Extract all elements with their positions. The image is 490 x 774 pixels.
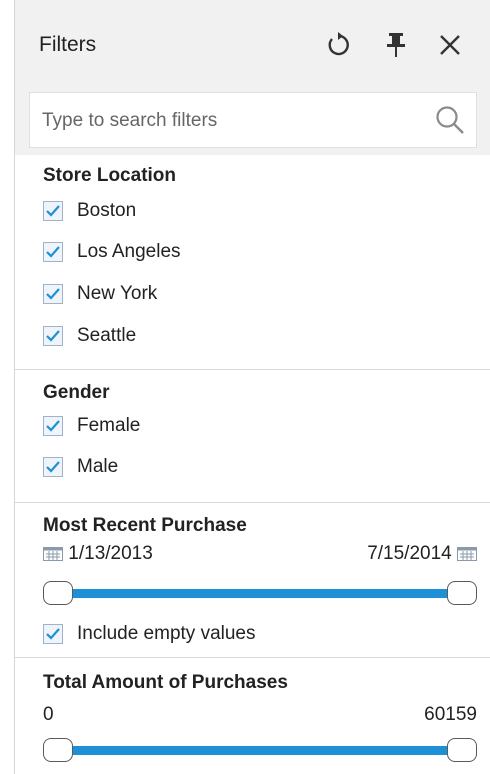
amount-range-labels: 0 60159 (43, 704, 477, 728)
checkbox-seattle[interactable]: Seattle (43, 321, 136, 351)
check-icon (46, 420, 60, 432)
gender-section: Gender Female Male (15, 370, 490, 510)
checkbox-label: Include empty values (77, 623, 256, 644)
total-amount-title: Total Amount of Purchases (43, 672, 288, 693)
end-date-group: 7/15/2014 (367, 543, 477, 565)
checkbox-label: Male (77, 456, 119, 477)
close-icon (440, 35, 460, 55)
calendar-icon[interactable] (43, 546, 63, 561)
most-recent-purchase-title: Most Recent Purchase (43, 515, 247, 536)
most-recent-purchase-section: Most Recent Purchase 1/13/2013 7/15/2014 (15, 503, 490, 648)
search-icon[interactable] (434, 104, 466, 136)
start-date[interactable]: 1/13/2013 (68, 543, 153, 564)
checkbox-label: Los Angeles (77, 241, 181, 262)
checkbox[interactable] (43, 242, 63, 262)
reset-button[interactable] (321, 28, 355, 62)
checkbox[interactable] (43, 624, 63, 644)
checkbox[interactable] (43, 201, 63, 221)
check-icon (46, 461, 60, 473)
checkbox-label: New York (77, 283, 158, 304)
check-icon (46, 628, 60, 640)
checkbox[interactable] (43, 457, 63, 477)
search-box (29, 92, 477, 149)
checkbox[interactable] (43, 326, 63, 346)
checkbox[interactable] (43, 284, 63, 304)
pin-button[interactable] (379, 28, 413, 62)
calendar-icon[interactable] (457, 546, 477, 561)
checkbox-label: Seattle (77, 325, 137, 346)
amount-min: 0 (43, 704, 54, 725)
total-amount-section: Total Amount of Purchases 0 60159 (15, 658, 490, 774)
checkbox-female[interactable]: Female (43, 411, 140, 441)
checkbox-male[interactable]: Male (43, 452, 118, 482)
checkbox-label: Female (77, 415, 141, 436)
panel-header: Filters (15, 0, 490, 88)
checkbox-include-empty[interactable]: Include empty values (43, 619, 256, 649)
checkbox-label: Boston (77, 200, 137, 221)
filter-sections: Store Location Boston Los Angeles New Yo… (15, 155, 490, 774)
store-location-title: Store Location (43, 165, 177, 186)
checkbox[interactable] (43, 416, 63, 436)
slider-handle-start[interactable] (43, 738, 73, 762)
check-icon (46, 288, 60, 300)
gender-title: Gender (43, 382, 110, 403)
start-date-group: 1/13/2013 (43, 543, 153, 565)
slider-track[interactable] (57, 589, 463, 598)
end-date[interactable]: 7/15/2014 (367, 543, 452, 564)
slider-handle-end[interactable] (447, 738, 477, 762)
pin-icon (387, 33, 405, 57)
slider-handle-start[interactable] (43, 581, 73, 605)
check-icon (46, 330, 60, 342)
store-location-section: Store Location Boston Los Angeles New Yo… (15, 155, 490, 369)
slider-handle-end[interactable] (447, 581, 477, 605)
search-input[interactable] (40, 93, 424, 149)
panel-title: Filters (39, 33, 97, 56)
reset-icon (328, 32, 349, 56)
filters-panel: Filters Type to search filters Store Loc… (14, 0, 490, 774)
amount-range-slider[interactable] (43, 738, 477, 764)
amount-max: 60159 (424, 704, 477, 725)
checkbox-new-york[interactable]: New York (43, 279, 157, 309)
check-icon (46, 205, 60, 217)
close-button[interactable] (433, 28, 467, 62)
date-range-slider[interactable] (43, 581, 477, 607)
check-icon (46, 246, 60, 258)
checkbox-boston[interactable]: Boston (43, 196, 136, 226)
slider-track[interactable] (57, 746, 463, 755)
checkbox-los-angeles[interactable]: Los Angeles (43, 237, 181, 267)
date-range-labels: 1/13/2013 7/15/2014 (43, 543, 477, 567)
